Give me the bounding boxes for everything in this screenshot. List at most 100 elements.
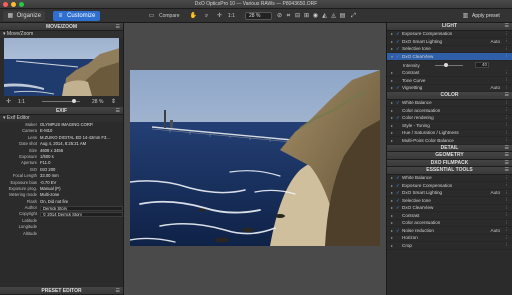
collapsed-arrow-icon[interactable]: ▸ [391, 130, 396, 135]
tool-row-white-balance[interactable]: ▸ ✓ White Balance ⋮ [387, 175, 512, 182]
tool-options-icon[interactable]: ⋮ [505, 212, 510, 218]
intensity-slider-knob[interactable] [444, 62, 448, 67]
tool-options-icon[interactable]: ⋮ [505, 85, 510, 91]
collapsed-arrow-icon[interactable]: ▸ [391, 70, 396, 75]
zoom-slider-knob[interactable] [72, 99, 76, 103]
panel-menu-icon[interactable]: ☰ [116, 287, 120, 295]
collapsed-arrow-icon[interactable]: ▸ [391, 108, 396, 113]
tool-options-icon[interactable]: ⋮ [505, 220, 510, 226]
collapsed-arrow-icon[interactable]: ▸ [391, 138, 396, 143]
view-mode-button[interactable]: ▭ [148, 12, 155, 20]
tool-row-style-toning[interactable]: ▸ Style - Toning ⋮ [387, 122, 512, 130]
move-zoom-subheader[interactable]: ▾ Move/Zoom [0, 31, 123, 38]
tool-row-color-accentuation[interactable]: ▸ Color accentuation ⋮ [387, 107, 512, 115]
panel-menu-icon[interactable]: ☰ [116, 107, 120, 115]
shadow-warning-button[interactable]: ◬ [330, 12, 337, 20]
zoom-percent-select[interactable]: 28 % [245, 12, 272, 20]
tool-row-color-rendering[interactable]: ▸ ✓ Color rendering ⋮ [387, 115, 512, 122]
preset-editor-panel-header[interactable]: PRESET EDITOR ☰ [0, 287, 123, 295]
exif-value-field[interactable]: Derrick Story [40, 205, 123, 211]
tool-options-icon[interactable]: ⋮ [505, 227, 510, 233]
crop-tool-button[interactable]: ⌗ [285, 12, 292, 20]
tool-options-icon[interactable]: ⋮ [505, 197, 510, 203]
panel-menu-icon[interactable]: ☰ [505, 152, 509, 160]
main-photo[interactable] [130, 70, 380, 246]
tool-row-multi-point-color-balance[interactable]: ▸ Multi-Point Color Balance ⋮ [387, 137, 512, 145]
fit-crosshair-icon[interactable]: ✛ [5, 98, 12, 105]
fullscreen-button[interactable]: ⤢ [350, 12, 357, 20]
highlight-warning-button[interactable]: ◭ [321, 12, 328, 20]
zoom-one-to-one-button[interactable]: 1:1 [228, 12, 235, 20]
tool-options-icon[interactable]: ⋮ [505, 190, 510, 196]
tool-options-icon[interactable]: ⋮ [505, 205, 510, 211]
tool-row-white-balance[interactable]: ▸ ✓ White Balance ⋮ [387, 100, 512, 107]
geometry-palette-header[interactable]: GEOMETRY ☰ [387, 152, 512, 160]
tool-row-exposure-compensation[interactable]: ▸ ✓ Exposure Compensation ⋮ [387, 31, 512, 38]
exif-value-field[interactable]: © 2014 Derrick Story [40, 211, 123, 218]
tool-row-selective-tone[interactable]: ▸ ✓ Selective tone ⋮ [387, 46, 512, 53]
navigator-zoom-slider[interactable] [42, 99, 80, 103]
exif-panel-header[interactable]: EXIF ☰ [0, 107, 123, 115]
red-eye-tool-button[interactable]: ◉ [312, 12, 319, 20]
intensity-value-field[interactable]: 40 [475, 62, 489, 68]
tool-row-selective-tone[interactable]: ▸ ✓ Selective tone ⋮ [387, 197, 512, 205]
organize-tab[interactable]: ▦ Organize [3, 11, 45, 21]
tool-options-icon[interactable]: ⋮ [505, 115, 510, 121]
detail-palette-header[interactable]: DETAIL ☰ [387, 144, 512, 153]
collapsed-arrow-icon[interactable]: ▸ [391, 78, 396, 83]
tool-options-icon[interactable]: ⋮ [505, 38, 510, 44]
tool-row-exposure-compensation[interactable]: ▸ ✓ Exposure Compensation ⋮ [387, 182, 512, 190]
collapsed-arrow-icon[interactable]: ▸ [391, 243, 396, 248]
tool-options-icon[interactable]: ⋮ [505, 100, 510, 106]
move-zoom-panel-header[interactable]: MOVE/ZOOM ☰ [0, 23, 123, 31]
tool-row-contrast[interactable]: ▸ Contrast ⋮ [387, 70, 512, 77]
exif-editor-subheader[interactable]: ▾ Exif Editor [0, 115, 123, 122]
fit-zoom-button[interactable]: ✛ [216, 12, 223, 20]
tool-options-icon[interactable]: ⋮ [505, 31, 510, 37]
collapsed-arrow-icon[interactable]: ▸ [391, 123, 396, 128]
tool-options-icon[interactable]: ⋮ [505, 77, 510, 83]
hand-tool-button[interactable]: ✋ [190, 12, 197, 20]
tool-options-icon[interactable]: ⋮ [505, 122, 510, 128]
tool-options-icon[interactable]: ⋮ [505, 137, 510, 143]
panel-menu-icon[interactable]: ☰ [505, 145, 509, 153]
tool-row-horizon[interactable]: ▸ Horizon ⋮ [387, 235, 512, 242]
tool-row-dxo-smart-lighting[interactable]: ▸ ✓ DxO Smart Lighting Auto ⋮ [387, 38, 512, 46]
tool-row-tone-curve[interactable]: ▸ Tone Curve ⋮ [387, 77, 512, 85]
tool-options-icon[interactable]: ⋮ [505, 46, 510, 52]
customize-tab[interactable]: ≡ Customize [53, 11, 100, 21]
panel-menu-icon[interactable]: ☰ [505, 160, 509, 168]
tool-options-icon[interactable]: ⋮ [505, 53, 510, 59]
compare-button[interactable]: Compare [159, 12, 180, 20]
filmpack-palette-header[interactable]: DXO FILMPACK ☰ [387, 159, 512, 168]
zoom-stepper-icon[interactable]: ⇕ [110, 98, 117, 105]
light-palette-header[interactable]: LIGHT ☰ [387, 23, 512, 31]
tool-options-icon[interactable]: ⋮ [505, 130, 510, 136]
navigator-thumbnail[interactable] [4, 38, 119, 96]
repair-tool-button[interactable]: ⊞ [303, 12, 310, 20]
color-palette-header[interactable]: COLOR ☰ [387, 92, 512, 100]
tool-row-dxo-clearview[interactable]: ▾ ✓ DxO ClearView ⋮ [387, 53, 512, 61]
intensity-slider[interactable] [435, 64, 463, 66]
tool-row-vignetting[interactable]: ▸ ✓ Vignetting Auto ⋮ [387, 85, 512, 92]
tool-row-dxo-clearview[interactable]: ▸ ✓ DxO ClearView ⋮ [387, 205, 512, 212]
tool-row-noise-reduction[interactable]: ▸ ✓ Noise reduction Auto ⋮ [387, 227, 512, 235]
tool-row-hue-saturation-lightness[interactable]: ▸ Hue / Saturation / Lightness ⋮ [387, 130, 512, 137]
zoom-tool-button[interactable]: ⌕ [203, 12, 210, 20]
panel-menu-icon[interactable]: ☰ [505, 167, 509, 175]
tool-options-icon[interactable]: ⋮ [505, 175, 510, 181]
collapsed-arrow-icon[interactable]: ▸ [391, 220, 396, 225]
panel-menu-icon[interactable]: ☰ [505, 92, 509, 100]
tool-options-icon[interactable]: ⋮ [505, 70, 510, 76]
tool-row-dxo-smart-lighting[interactable]: ▸ ✓ DxO Smart Lighting Auto ⋮ [387, 190, 512, 197]
tool-row-contrast[interactable]: ▸ Contrast ⋮ [387, 212, 512, 220]
panel-menu-icon[interactable]: ☰ [116, 23, 120, 31]
panel-menu-icon[interactable]: ☰ [505, 23, 509, 31]
white-balance-picker-button[interactable]: ⊘ [276, 12, 283, 20]
navigator-ratio[interactable]: 1:1 [18, 99, 25, 105]
tool-row-color-accentuation[interactable]: ▸ Color accentuation ⋮ [387, 220, 512, 227]
tool-options-icon[interactable]: ⋮ [505, 107, 510, 113]
tool-options-icon[interactable]: ⋮ [505, 235, 510, 241]
layout-button[interactable]: ▤ [339, 12, 346, 20]
essential-tools-palette-header[interactable]: ESSENTIAL TOOLS ☰ [387, 167, 512, 175]
